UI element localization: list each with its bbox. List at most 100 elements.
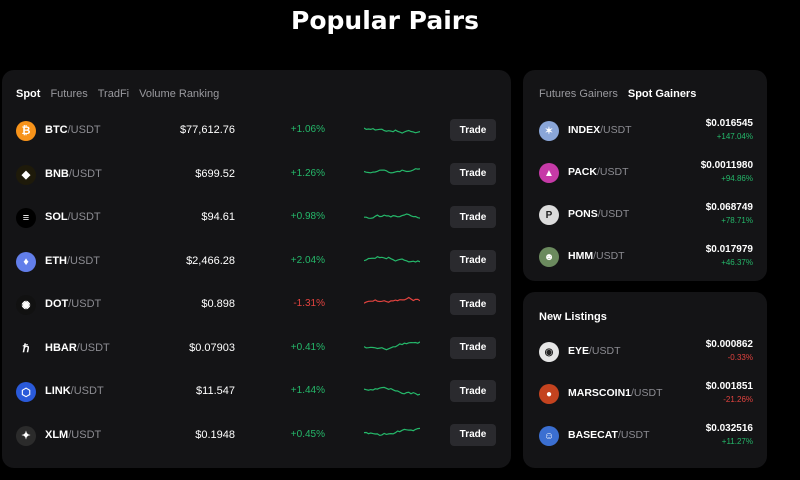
- pair-name: DOT/USDT: [45, 298, 101, 310]
- pair-quote: /USDT: [67, 124, 101, 136]
- pair-base: SOL: [45, 211, 68, 223]
- token-price: $0.017979: [705, 244, 753, 255]
- token-base: BASECAT: [568, 429, 618, 441]
- trade-button[interactable]: Trade: [450, 119, 496, 141]
- pair-base: XLM: [45, 428, 69, 441]
- token-row[interactable]: P PONS/USDT $0.068749 +78.71%: [523, 195, 767, 235]
- stellar-icon: ✦: [16, 425, 36, 446]
- price-sparkline: [364, 208, 421, 229]
- token-name: PACK/USDT: [568, 166, 628, 178]
- pair-change: +1.06%: [290, 124, 325, 135]
- pair-price: $94.61: [201, 211, 235, 223]
- trade-button[interactable]: Trade: [450, 162, 496, 185]
- token-price: $0.032516: [705, 423, 753, 434]
- price-sparkline: [363, 339, 421, 360]
- token-name: MARSCOIN1/USDT: [568, 387, 663, 399]
- trade-button[interactable]: Trade: [450, 336, 496, 359]
- pair-base: BTC: [45, 124, 68, 136]
- hmm-token-icon: ☻: [539, 247, 559, 267]
- pair-row[interactable]: ♦ ETH/USDT $2,466.28 +2.04% Trade: [2, 242, 511, 282]
- pons-token-icon: P: [539, 205, 559, 225]
- pair-row[interactable]: ◆ BNB/USDT $699.52 +1.26% Trade: [2, 155, 511, 195]
- gainers-panel: Futures Gainers Spot Gainers ✶ INDEX/USDT…: [523, 70, 767, 281]
- token-row[interactable]: ● MARSCOIN1/USDT $0.001851 -21.26%: [523, 374, 767, 414]
- tab-tradfi[interactable]: TradFi: [98, 88, 129, 100]
- token-row[interactable]: ◉ EYE/USDT $0.000862 -0.33%: [523, 332, 767, 372]
- price-sparkline: [363, 165, 421, 186]
- pair-quote: /USDT: [76, 341, 110, 354]
- pair-change: +1.44%: [290, 385, 325, 396]
- token-name: PONS/USDT: [568, 208, 629, 220]
- token-row[interactable]: ✶ INDEX/USDT $0.016545 +147.04%: [523, 111, 767, 151]
- pair-name: LINK/USDT: [45, 385, 104, 397]
- pair-quote: /USDT: [67, 254, 100, 267]
- chainlink-icon: ⬡: [16, 382, 36, 402]
- pair-price: $2,466.28: [186, 254, 235, 267]
- eye-token-icon: ◉: [539, 342, 559, 362]
- tab-spot-gainers[interactable]: Spot Gainers: [628, 88, 696, 100]
- price-sparkline: [363, 382, 421, 403]
- pair-row[interactable]: ₿ BTC/USDT $77,612.76 +1.06% Trade: [2, 111, 511, 151]
- tab-volume-ranking[interactable]: Volume Ranking: [139, 88, 219, 100]
- token-change: +11.27%: [721, 437, 753, 446]
- token-base: PONS: [568, 208, 598, 220]
- token-base: PACK: [568, 166, 597, 178]
- token-quote: /USDT: [589, 345, 621, 357]
- token-name: HMM/USDT: [568, 250, 625, 262]
- token-change: -21.26%: [723, 395, 753, 404]
- pair-row[interactable]: ℏ HBAR/USDT $0.07903 +0.41% Trade: [2, 329, 511, 369]
- bnb-icon: ◆: [16, 164, 36, 185]
- pair-quote: /USDT: [70, 385, 104, 397]
- token-row[interactable]: ☺ BASECAT/USDT $0.032516 +11.27%: [523, 416, 767, 456]
- pair-row[interactable]: ✦ XLM/USDT $0.1948 +0.45% Trade: [2, 416, 511, 456]
- pair-price: $77,612.76: [179, 124, 235, 136]
- tab-futures-gainers[interactable]: Futures Gainers: [539, 88, 618, 100]
- basecat-token-icon: ☺: [539, 426, 559, 446]
- token-price: $0.000862: [705, 339, 753, 350]
- token-change: +46.37%: [721, 258, 753, 267]
- pair-row[interactable]: ≡ SOL/USDT $94.61 +0.98% Trade: [2, 198, 511, 238]
- trade-button[interactable]: Trade: [450, 206, 496, 228]
- token-price: $0.068749: [705, 202, 753, 213]
- token-change: +94.86%: [721, 174, 753, 183]
- bitcoin-icon: ₿: [16, 121, 36, 141]
- trade-button[interactable]: Trade: [450, 249, 496, 272]
- token-quote: /USDT: [593, 250, 625, 262]
- pair-price: $0.07903: [189, 341, 235, 354]
- price-sparkline: [363, 295, 421, 316]
- pair-name: SOL/USDT: [45, 211, 101, 223]
- token-row[interactable]: ☻ HMM/USDT $0.017979 +46.37%: [523, 237, 767, 277]
- new-listings-panel: New Listings ◉ EYE/USDT $0.000862 -0.33% ● MA…: [523, 292, 767, 468]
- trade-button[interactable]: Trade: [450, 380, 496, 402]
- new-listings-title: New Listings: [539, 311, 607, 323]
- pair-base: BNB: [45, 167, 69, 180]
- token-quote: /USDT: [631, 387, 663, 399]
- polkadot-icon: ✺: [16, 295, 36, 315]
- token-price: $0.016545: [705, 118, 753, 129]
- pair-base: DOT: [45, 298, 69, 310]
- market-tabs: Spot Futures TradFi Volume Ranking: [16, 88, 219, 100]
- trade-button[interactable]: Trade: [450, 293, 496, 315]
- token-base: EYE: [568, 345, 590, 357]
- pair-change: +1.26%: [290, 167, 325, 179]
- price-sparkline: [363, 426, 421, 447]
- pair-quote: /USDT: [68, 167, 102, 180]
- pair-row[interactable]: ⬡ LINK/USDT $11.547 +1.44% Trade: [2, 372, 511, 412]
- pair-name: BNB/USDT: [45, 168, 102, 180]
- token-row[interactable]: ▲ PACK/USDT $0.0011980 +94.86%: [523, 153, 767, 193]
- pair-base: ETH: [45, 254, 67, 267]
- popular-pairs-panel: Spot Futures TradFi Volume Ranking ₿ BTC/…: [2, 70, 511, 468]
- tab-futures[interactable]: Futures: [50, 88, 87, 100]
- tab-spot[interactable]: Spot: [16, 88, 40, 100]
- pair-quote: /USDT: [67, 211, 101, 223]
- token-quote: /USDT: [597, 208, 630, 220]
- token-base: MARSCOIN1: [568, 387, 632, 399]
- token-price: $0.0011980: [700, 160, 753, 171]
- pair-price: $0.898: [201, 298, 235, 310]
- pair-row[interactable]: ✺ DOT/USDT $0.898 -1.31% Trade: [2, 285, 511, 325]
- token-base: HMM: [568, 250, 594, 262]
- pair-change: +0.45%: [290, 428, 325, 440]
- trade-button[interactable]: Trade: [450, 423, 496, 446]
- token-price: $0.001851: [705, 381, 753, 392]
- token-change: -0.33%: [727, 353, 753, 362]
